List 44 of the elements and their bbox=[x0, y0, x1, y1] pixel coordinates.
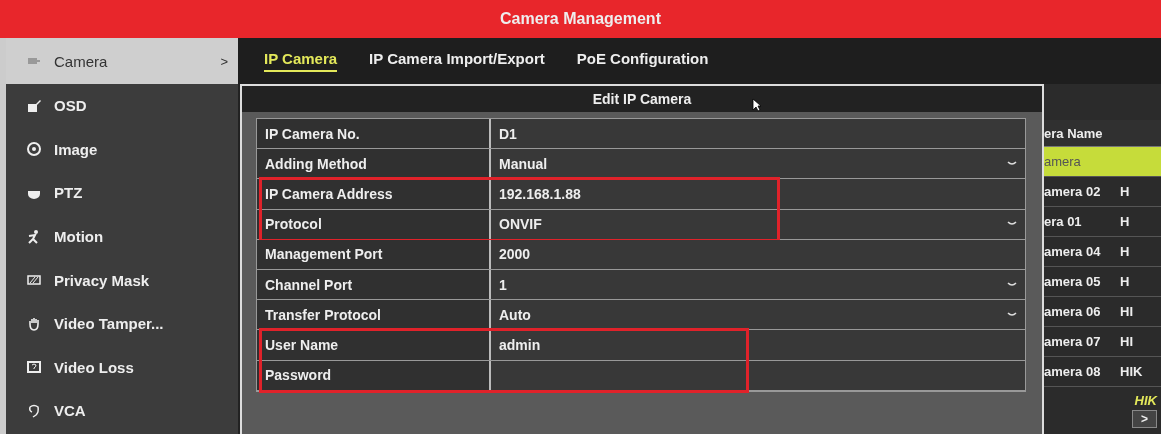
table-row[interactable]: amera 08 HIK bbox=[1044, 357, 1161, 387]
mouse-pointer-icon bbox=[752, 98, 762, 112]
table-row[interactable]: amera 06 HI bbox=[1044, 297, 1161, 327]
pencil-icon bbox=[26, 97, 42, 114]
question-square-icon bbox=[26, 359, 42, 376]
dropdown-field[interactable]: Auto bbox=[491, 300, 1025, 330]
table-row[interactable]: era 01 H bbox=[1044, 207, 1161, 237]
input-field[interactable]: 2000 bbox=[491, 239, 1025, 269]
tab[interactable]: IP Camera Import/Export bbox=[369, 50, 545, 72]
dialog-title: Edit IP Camera bbox=[242, 86, 1042, 112]
input-field[interactable]: D1 bbox=[491, 119, 1025, 149]
dropdown-field[interactable]: 1 bbox=[491, 269, 1025, 300]
input-field[interactable] bbox=[491, 360, 1025, 390]
sidebar-item[interactable]: Image bbox=[6, 127, 238, 172]
tab[interactable]: PoE Configuration bbox=[576, 50, 709, 72]
aperture-icon bbox=[26, 141, 42, 158]
table-row[interactable]: amera bbox=[1044, 147, 1161, 177]
table-footer-text: HIK bbox=[1134, 393, 1157, 408]
sidebar-item[interactable]: Motion bbox=[6, 214, 238, 259]
sidebar-item[interactable]: Privacy Mask bbox=[6, 258, 238, 302]
tab[interactable]: IP Camera bbox=[264, 50, 338, 72]
table-row[interactable]: amera 02 H bbox=[1044, 177, 1161, 207]
input-field[interactable]: admin bbox=[491, 330, 1025, 360]
table-row[interactable]: amera 07 HI bbox=[1044, 327, 1161, 357]
sidebar-item[interactable]: Video Loss bbox=[6, 345, 238, 390]
submenu-arrow: > bbox=[220, 53, 228, 69]
sidebar-item[interactable]: Video Tamper... bbox=[6, 301, 238, 346]
sidebar-item[interactable]: OSD bbox=[6, 84, 238, 128]
window-title: Camera Management bbox=[500, 10, 661, 28]
sidebar-item[interactable]: VCA bbox=[6, 389, 238, 433]
caret-icon bbox=[1007, 160, 1017, 167]
next-page-button[interactable]: > bbox=[1132, 410, 1157, 428]
column-header: era Name bbox=[1044, 125, 1103, 141]
caret-icon bbox=[1007, 221, 1017, 228]
caret-icon bbox=[1007, 311, 1017, 318]
sidebar-item[interactable]: Camera > bbox=[6, 38, 238, 84]
caret-icon bbox=[1007, 281, 1017, 288]
dropdown-field[interactable]: ONVIF bbox=[491, 209, 1025, 239]
input-field[interactable]: 192.168.1.88 bbox=[491, 179, 1025, 209]
table-row[interactable]: amera 04 H bbox=[1044, 237, 1161, 267]
dropdown-field[interactable]: Manual bbox=[491, 149, 1025, 179]
table-row[interactable]: amera 05 H bbox=[1044, 267, 1161, 297]
field-label: Management Port bbox=[257, 239, 491, 269]
sidebar-item[interactable]: PTZ bbox=[6, 171, 238, 215]
